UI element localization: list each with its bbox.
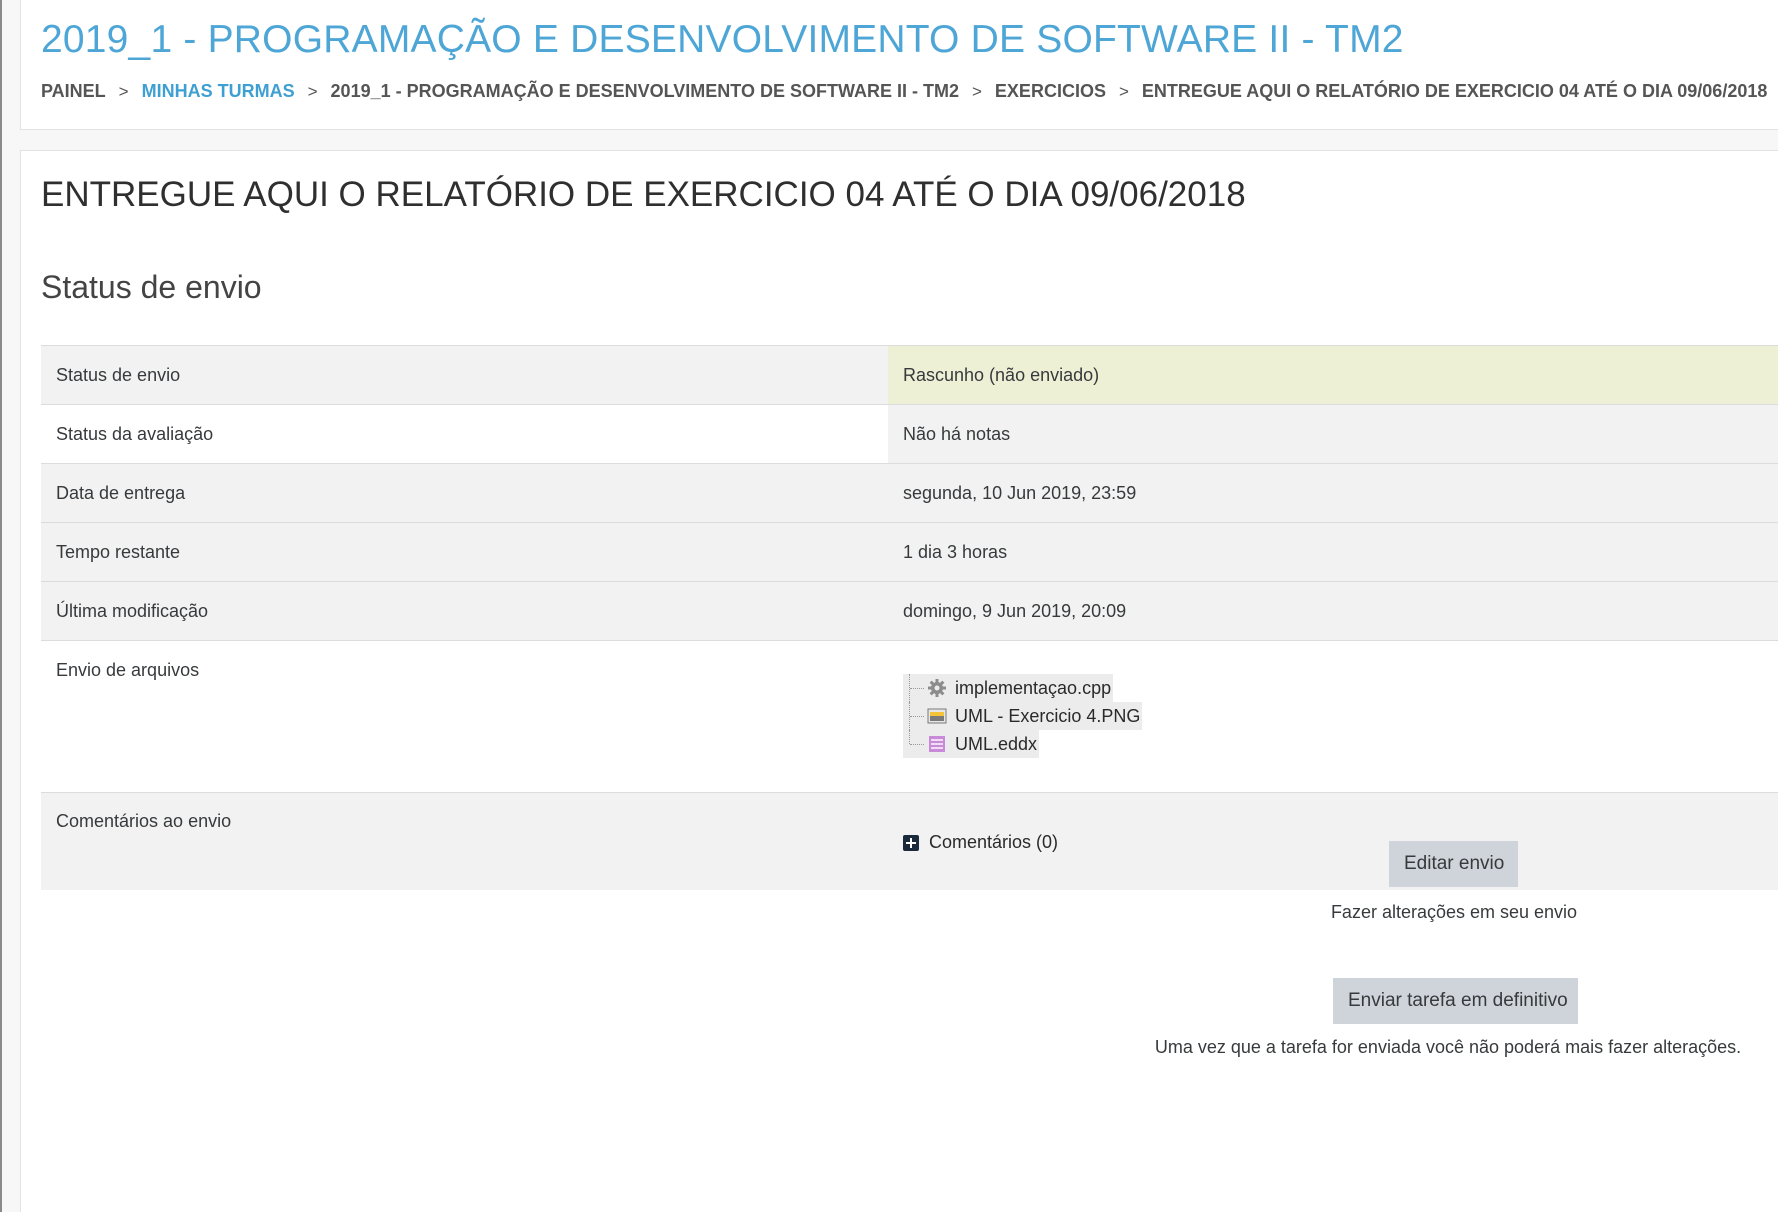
row-value: segunda, 10 Jun 2019, 23:59 xyxy=(888,463,1778,523)
file-item: UML.eddx xyxy=(903,730,1040,758)
row-label: Status de envio xyxy=(41,345,888,405)
due-date-value: segunda, 10 Jun 2019, 23:59 xyxy=(903,483,1137,503)
breadcrumb-assignment[interactable]: ENTREGUE AQUI O RELATÓRIO DE EXERCICIO 0… xyxy=(1142,81,1767,102)
tree-connector xyxy=(909,702,911,730)
submission-comments-label: Comentários ao envio xyxy=(56,811,232,831)
row-value: domingo, 9 Jun 2019, 20:09 xyxy=(888,581,1778,641)
archive-file-icon xyxy=(926,733,948,755)
table-row: Status da avaliação Não há notas xyxy=(41,404,1778,464)
submission-status-heading: Status de envio xyxy=(41,269,262,305)
course-title: 2019_1 - PROGRAMAÇÃO E DESENVOLVIMENTO D… xyxy=(41,18,1404,61)
breadcrumb: PAINEL > MINHAS TURMAS > 2019_1 - PROGRA… xyxy=(41,81,1767,102)
breadcrumb-separator: > xyxy=(971,81,982,101)
table-row: Status de envio Rascunho (não enviado) xyxy=(41,345,1778,405)
left-gutter xyxy=(2,0,20,1212)
row-value: 1 dia 3 horas xyxy=(888,522,1778,582)
grading-status-label: Status da avaliação xyxy=(56,424,214,444)
status-value: Rascunho (não enviado) xyxy=(903,365,1100,385)
last-modified-label: Última modificação xyxy=(56,601,209,621)
file-link[interactable]: UML - Exercicio 4.PNG xyxy=(955,706,1140,727)
last-modified-value: domingo, 9 Jun 2019, 20:09 xyxy=(903,601,1127,621)
tree-connector xyxy=(909,730,911,744)
file-item: UML - Exercicio 4.PNG xyxy=(903,702,1143,730)
assignment-title: ENTREGUE AQUI O RELATÓRIO DE EXERCICIO 0… xyxy=(41,175,1246,214)
plus-icon[interactable] xyxy=(903,834,919,851)
edit-submission-button[interactable]: Editar envio xyxy=(1389,841,1518,887)
row-value: Rascunho (não enviado) xyxy=(888,345,1778,405)
file-link[interactable]: UML.eddx xyxy=(955,734,1037,755)
time-remaining-value: 1 dia 3 horas xyxy=(903,542,1008,562)
row-label: Status da avaliação xyxy=(41,404,888,464)
breadcrumb-separator: > xyxy=(307,81,318,101)
grading-status-value: Não há notas xyxy=(903,424,1011,444)
breadcrumb-separator: > xyxy=(118,81,129,101)
row-value: Não há notas xyxy=(888,404,1778,464)
row-label: Comentários ao envio xyxy=(41,792,888,890)
file-tree: implementaçao.cpp UML - Exercicio 4.PNG … xyxy=(903,674,1778,758)
edit-submission-hint: Fazer alterações em seu envio xyxy=(1330,902,1578,922)
tree-connector xyxy=(910,687,924,689)
row-label: Tempo restante xyxy=(41,522,888,582)
breadcrumb-exercicios[interactable]: EXERCICIOS xyxy=(995,81,1106,102)
table-row: Última modificação domingo, 9 Jun 2019, … xyxy=(41,581,1778,641)
due-date-label: Data de entrega xyxy=(56,483,186,503)
page: 2019_1 - PROGRAMAÇÃO E DESENVOLVIMENTO D… xyxy=(0,0,1778,1212)
gear-file-icon xyxy=(926,677,948,699)
file-submissions-label: Envio de arquivos xyxy=(56,660,200,680)
page-header: 2019_1 - PROGRAMAÇÃO E DESENVOLVIMENTO D… xyxy=(20,0,1778,130)
breadcrumb-course[interactable]: 2019_1 - PROGRAMAÇÃO E DESENVOLVIMENTO D… xyxy=(331,81,959,102)
tree-connector xyxy=(910,743,924,745)
submission-status-table: Status de envio Rascunho (não enviado) S… xyxy=(41,345,1778,890)
row-value: implementaçao.cpp UML - Exercicio 4.PNG … xyxy=(888,640,1778,793)
comments-link[interactable]: Comentários (0) xyxy=(929,832,1058,853)
row-label: Envio de arquivos xyxy=(41,640,888,793)
breadcrumb-minhas-turmas[interactable]: MINHAS TURMAS xyxy=(142,81,295,102)
row-value: Comentários (0) xyxy=(888,792,1778,890)
main-content: ENTREGUE AQUI O RELATÓRIO DE EXERCICIO 0… xyxy=(20,150,1778,1212)
breadcrumb-separator: > xyxy=(1118,81,1129,101)
status-label: Status de envio xyxy=(56,365,181,385)
time-remaining-label: Tempo restante xyxy=(56,542,181,562)
file-item: implementaçao.cpp xyxy=(903,674,1114,702)
comments-toggle[interactable]: Comentários (0) xyxy=(903,832,1778,853)
row-label: Última modificação xyxy=(41,581,888,641)
submit-assignment-hint: Uma vez que a tarefa for enviada você nã… xyxy=(1154,1037,1742,1057)
table-row: Envio de arquivos implementaçao.cpp UML … xyxy=(41,640,1778,793)
submit-assignment-button[interactable]: Enviar tarefa em definitivo xyxy=(1333,978,1578,1024)
image-file-icon xyxy=(926,705,948,727)
tree-connector xyxy=(909,674,911,702)
tree-connector xyxy=(910,715,924,717)
row-label: Data de entrega xyxy=(41,463,888,523)
table-row: Data de entrega segunda, 10 Jun 2019, 23… xyxy=(41,463,1778,523)
breadcrumb-painel[interactable]: PAINEL xyxy=(41,81,106,102)
file-link[interactable]: implementaçao.cpp xyxy=(955,678,1111,699)
table-row: Tempo restante 1 dia 3 horas xyxy=(41,522,1778,582)
